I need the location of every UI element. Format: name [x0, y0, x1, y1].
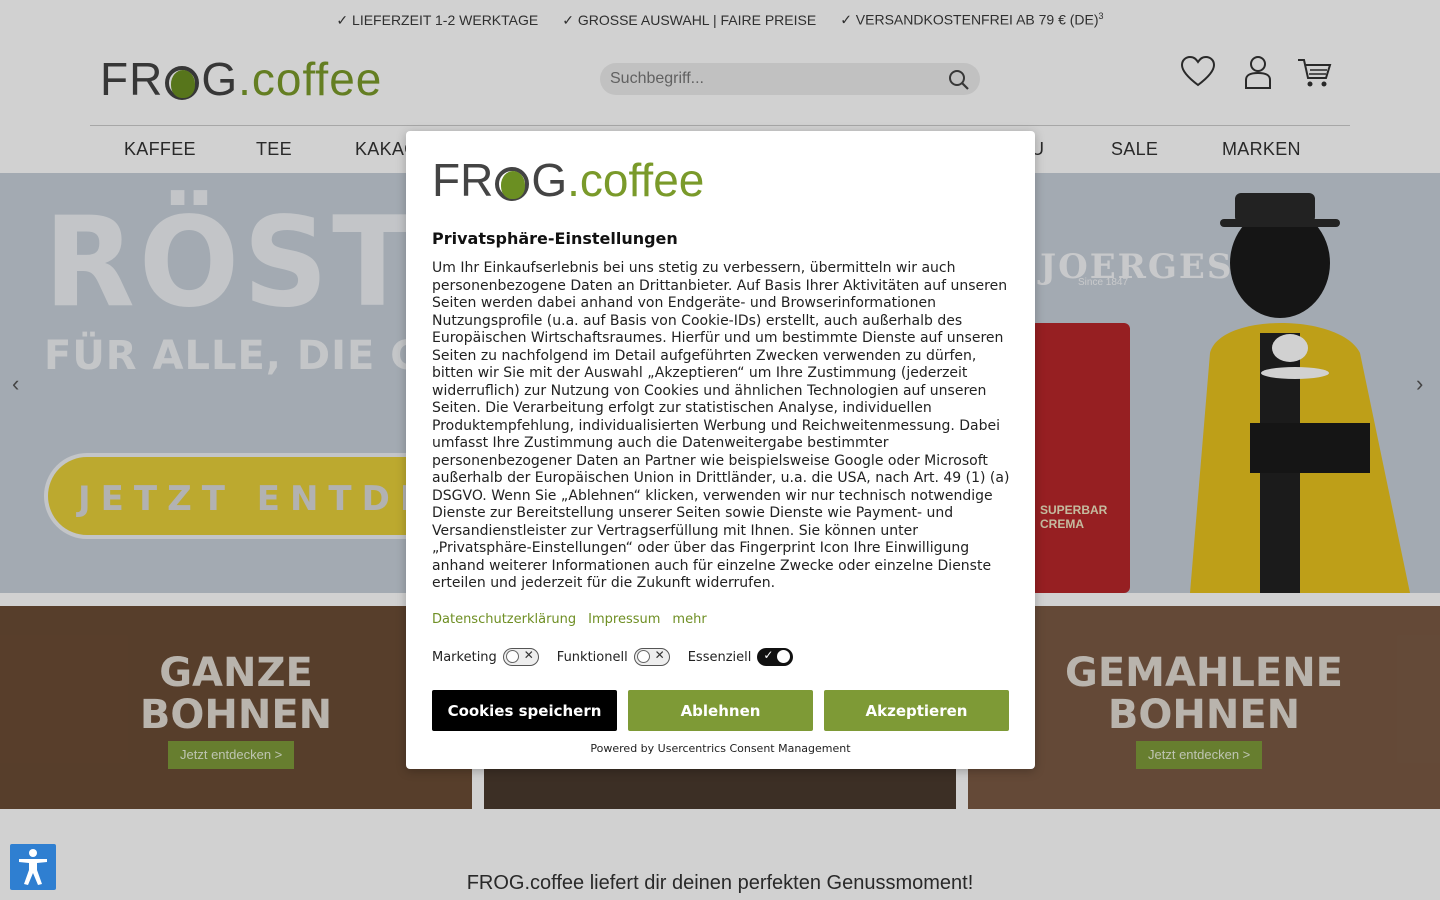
essential-toggle: ✓ [757, 648, 794, 666]
toggle-label-marketing: Marketing [432, 649, 497, 665]
consent-toggles: Marketing ✕ Funktionell ✕ Essenziell ✓ [432, 648, 811, 666]
consent-title: Privatsphäre-Einstellungen [432, 229, 678, 248]
consent-links: Datenschutzerklärung Impressum mehr [432, 612, 707, 627]
toggle-label-functional: Funktionell [556, 649, 628, 665]
consent-dialog: FR G .coffee Privatsphäre-Einstellungen … [406, 131, 1035, 769]
imprint-link[interactable]: Impressum [588, 612, 660, 627]
consent-logo-coffee: .coffee [567, 154, 705, 206]
privacy-policy-link[interactable]: Datenschutzerklärung [432, 612, 576, 627]
accept-button[interactable]: Akzeptieren [824, 690, 1009, 731]
toggle-label-essential: Essenziell [687, 649, 752, 665]
functional-toggle[interactable]: ✕ [633, 648, 670, 666]
consent-body: Um Ihr Einkaufserlebnis bei uns stetig z… [432, 260, 1010, 591]
consent-logo-fr: FR [432, 154, 494, 206]
decline-button[interactable]: Ablehnen [628, 690, 813, 731]
consent-logo: FR G .coffee [432, 157, 704, 203]
marketing-toggle[interactable]: ✕ [502, 648, 539, 666]
powered-by: Powered by Usercentrics Consent Manageme… [590, 742, 851, 755]
more-link[interactable]: mehr [672, 612, 706, 627]
frog-icon [493, 163, 531, 203]
accessibility-icon[interactable] [10, 844, 56, 890]
consent-logo-g: G [531, 154, 568, 206]
save-cookies-button[interactable]: Cookies speichern [432, 690, 617, 731]
